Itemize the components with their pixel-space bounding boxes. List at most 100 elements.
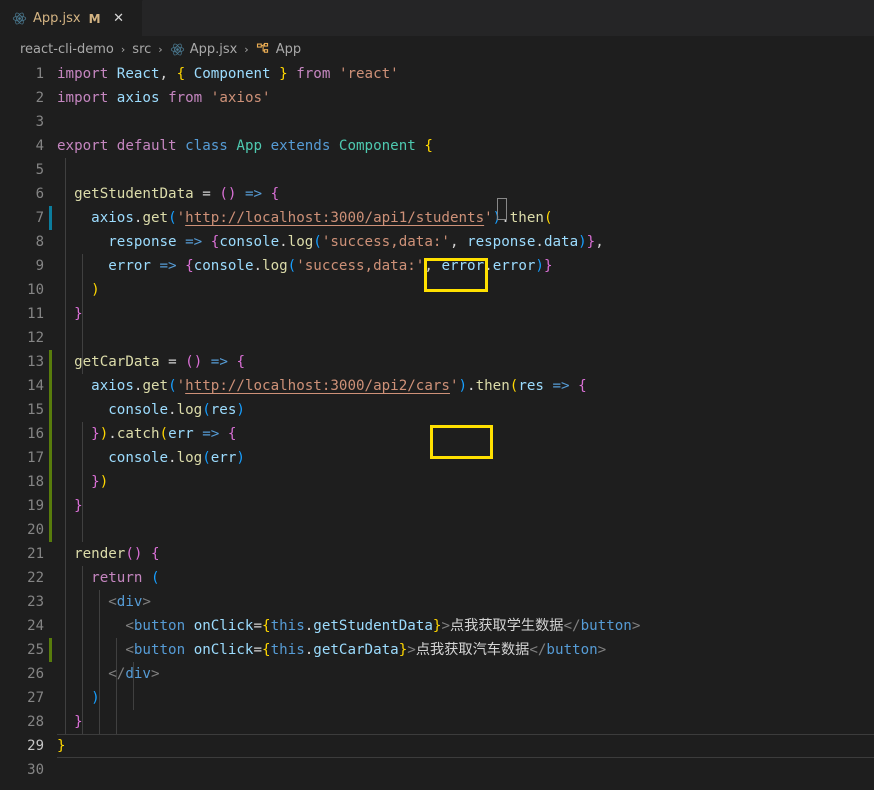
code-line[interactable]: 20 <box>0 518 874 542</box>
code-line-text: error => {console.log('success,data:', e… <box>108 258 553 274</box>
line-number: 11 <box>27 306 44 322</box>
code-line-text: response => {console.log('success,data:'… <box>108 234 604 250</box>
code-line[interactable]: 23 <div> <box>0 590 874 614</box>
gutter-marker <box>44 662 57 686</box>
line-number: 29 <box>27 738 44 754</box>
code-line[interactable]: 27 ) <box>0 686 874 710</box>
code-line[interactable]: 15 console.log(res) <box>0 398 874 422</box>
gutter-marker <box>44 326 57 350</box>
line-number: 1 <box>35 66 44 82</box>
code-line-text: <button onClick={this.getStudentData}>点我… <box>125 618 641 634</box>
line-number: 20 <box>27 522 44 538</box>
code-line[interactable]: 1 import React, { Component } from 'reac… <box>0 62 874 86</box>
line-number: 9 <box>35 258 44 274</box>
code-line[interactable]: 25 <button onClick={this.getCarData}>点我获… <box>0 638 874 662</box>
breadcrumb: react-cli-demo › src › App.jsx › App <box>0 36 874 62</box>
code-line-text: <div> <box>108 594 151 610</box>
gutter-marker-added <box>44 470 57 494</box>
tab-app-jsx[interactable]: App.jsx M ✕ <box>0 0 143 36</box>
gutter-marker <box>44 542 57 566</box>
code-line[interactable]: 10 ) <box>0 278 874 302</box>
code-line[interactable]: 6 getStudentData = () => { <box>0 182 874 206</box>
code-line-text: export default class App extends Compone… <box>57 138 433 154</box>
code-line-text: }).catch(err => { <box>91 426 237 442</box>
active-line-highlight <box>57 734 874 758</box>
gutter-marker <box>44 734 57 758</box>
code-line-text: }) <box>91 474 109 490</box>
line-number: 15 <box>27 402 44 418</box>
line-number: 4 <box>35 138 44 154</box>
gutter-marker <box>44 110 57 134</box>
line-number: 14 <box>27 378 44 394</box>
tab-dirty-indicator: M <box>88 11 101 26</box>
code-line-text: <button onClick={this.getCarData}>点我获取汽车… <box>125 642 607 658</box>
breadcrumb-item-src[interactable]: src <box>131 42 152 57</box>
line-number: 2 <box>35 90 44 106</box>
code-line-text: ) <box>91 690 100 706</box>
code-line[interactable]: 13 getCarData = () => { <box>0 350 874 374</box>
breadcrumb-label: react-cli-demo <box>20 41 114 57</box>
line-number: 26 <box>27 666 44 682</box>
line-number: 8 <box>35 234 44 250</box>
breadcrumb-label: App.jsx <box>189 41 238 57</box>
gutter-marker <box>44 254 57 278</box>
code-line[interactable]: 26 </div> <box>0 662 874 686</box>
line-number: 16 <box>27 426 44 442</box>
line-number: 27 <box>27 690 44 706</box>
gutter-marker-added <box>44 446 57 470</box>
code-line[interactable]: 24 <button onClick={this.getStudentData}… <box>0 614 874 638</box>
code-line[interactable]: 22 return ( <box>0 566 874 590</box>
gutter-marker-added <box>44 638 57 662</box>
code-line[interactable]: 18 }) <box>0 470 874 494</box>
gutter-marker <box>44 134 57 158</box>
close-icon[interactable]: ✕ <box>111 11 127 27</box>
gutter-marker <box>44 686 57 710</box>
code-line-text: } <box>74 498 83 514</box>
code-line[interactable]: 19 } <box>0 494 874 518</box>
code-line[interactable]: 2 import axios from 'axios' <box>0 86 874 110</box>
code-line[interactable]: 5 <box>0 158 874 182</box>
code-line[interactable]: 9 error => {console.log('success,data:',… <box>0 254 874 278</box>
code-line[interactable]: 3 <box>0 110 874 134</box>
code-line[interactable]: 12 <box>0 326 874 350</box>
gutter-marker-added <box>44 518 57 542</box>
gutter-marker <box>44 230 57 254</box>
code-line[interactable]: 21 render() { <box>0 542 874 566</box>
react-icon <box>170 42 185 57</box>
breadcrumb-separator: › <box>158 42 163 56</box>
line-number: 23 <box>27 594 44 610</box>
code-lines-container[interactable]: 1 import React, { Component } from 'reac… <box>0 62 874 790</box>
code-line[interactable]: 16 }).catch(err => { <box>0 422 874 446</box>
gutter-marker-added <box>44 350 57 374</box>
tab-label: App.jsx <box>33 11 81 26</box>
gutter-marker <box>44 62 57 86</box>
code-line[interactable]: 11 } <box>0 302 874 326</box>
gutter-marker <box>44 86 57 110</box>
gutter-marker <box>44 590 57 614</box>
line-number: 24 <box>27 618 44 634</box>
code-line[interactable]: 28 } <box>0 710 874 734</box>
code-line-text: } <box>57 738 66 754</box>
code-line[interactable]: 7 axios.get('http://localhost:3000/api1/… <box>0 206 874 230</box>
code-line[interactable]: 17 console.log(err) <box>0 446 874 470</box>
code-line[interactable]: 14 axios.get('http://localhost:3000/api2… <box>0 374 874 398</box>
code-line-text: import React, { Component } from 'react' <box>57 66 399 82</box>
code-line[interactable]: 8 response => {console.log('success,data… <box>0 230 874 254</box>
gutter-marker <box>44 182 57 206</box>
code-line-text: </div> <box>108 666 160 682</box>
breadcrumb-item-react-cli-demo[interactable]: react-cli-demo <box>19 42 115 57</box>
breadcrumb-label: App <box>275 41 302 57</box>
code-line[interactable]: 4 export default class App extends Compo… <box>0 134 874 158</box>
code-line[interactable]: 30 <box>0 758 874 782</box>
code-line-text: getCarData = () => { <box>74 354 245 370</box>
code-line-active[interactable]: 29 } <box>0 734 874 758</box>
gutter-marker-added <box>44 494 57 518</box>
breadcrumb-item-app-jsx[interactable]: App.jsx <box>169 42 239 57</box>
code-line-text: } <box>74 714 83 730</box>
react-icon <box>12 11 27 26</box>
line-number: 7 <box>35 210 44 226</box>
breadcrumb-item-app-class[interactable]: App <box>255 42 302 57</box>
code-editor[interactable]: 1 import React, { Component } from 'reac… <box>0 62 874 790</box>
code-line-text: import axios from 'axios' <box>57 90 271 106</box>
line-number: 22 <box>27 570 44 586</box>
